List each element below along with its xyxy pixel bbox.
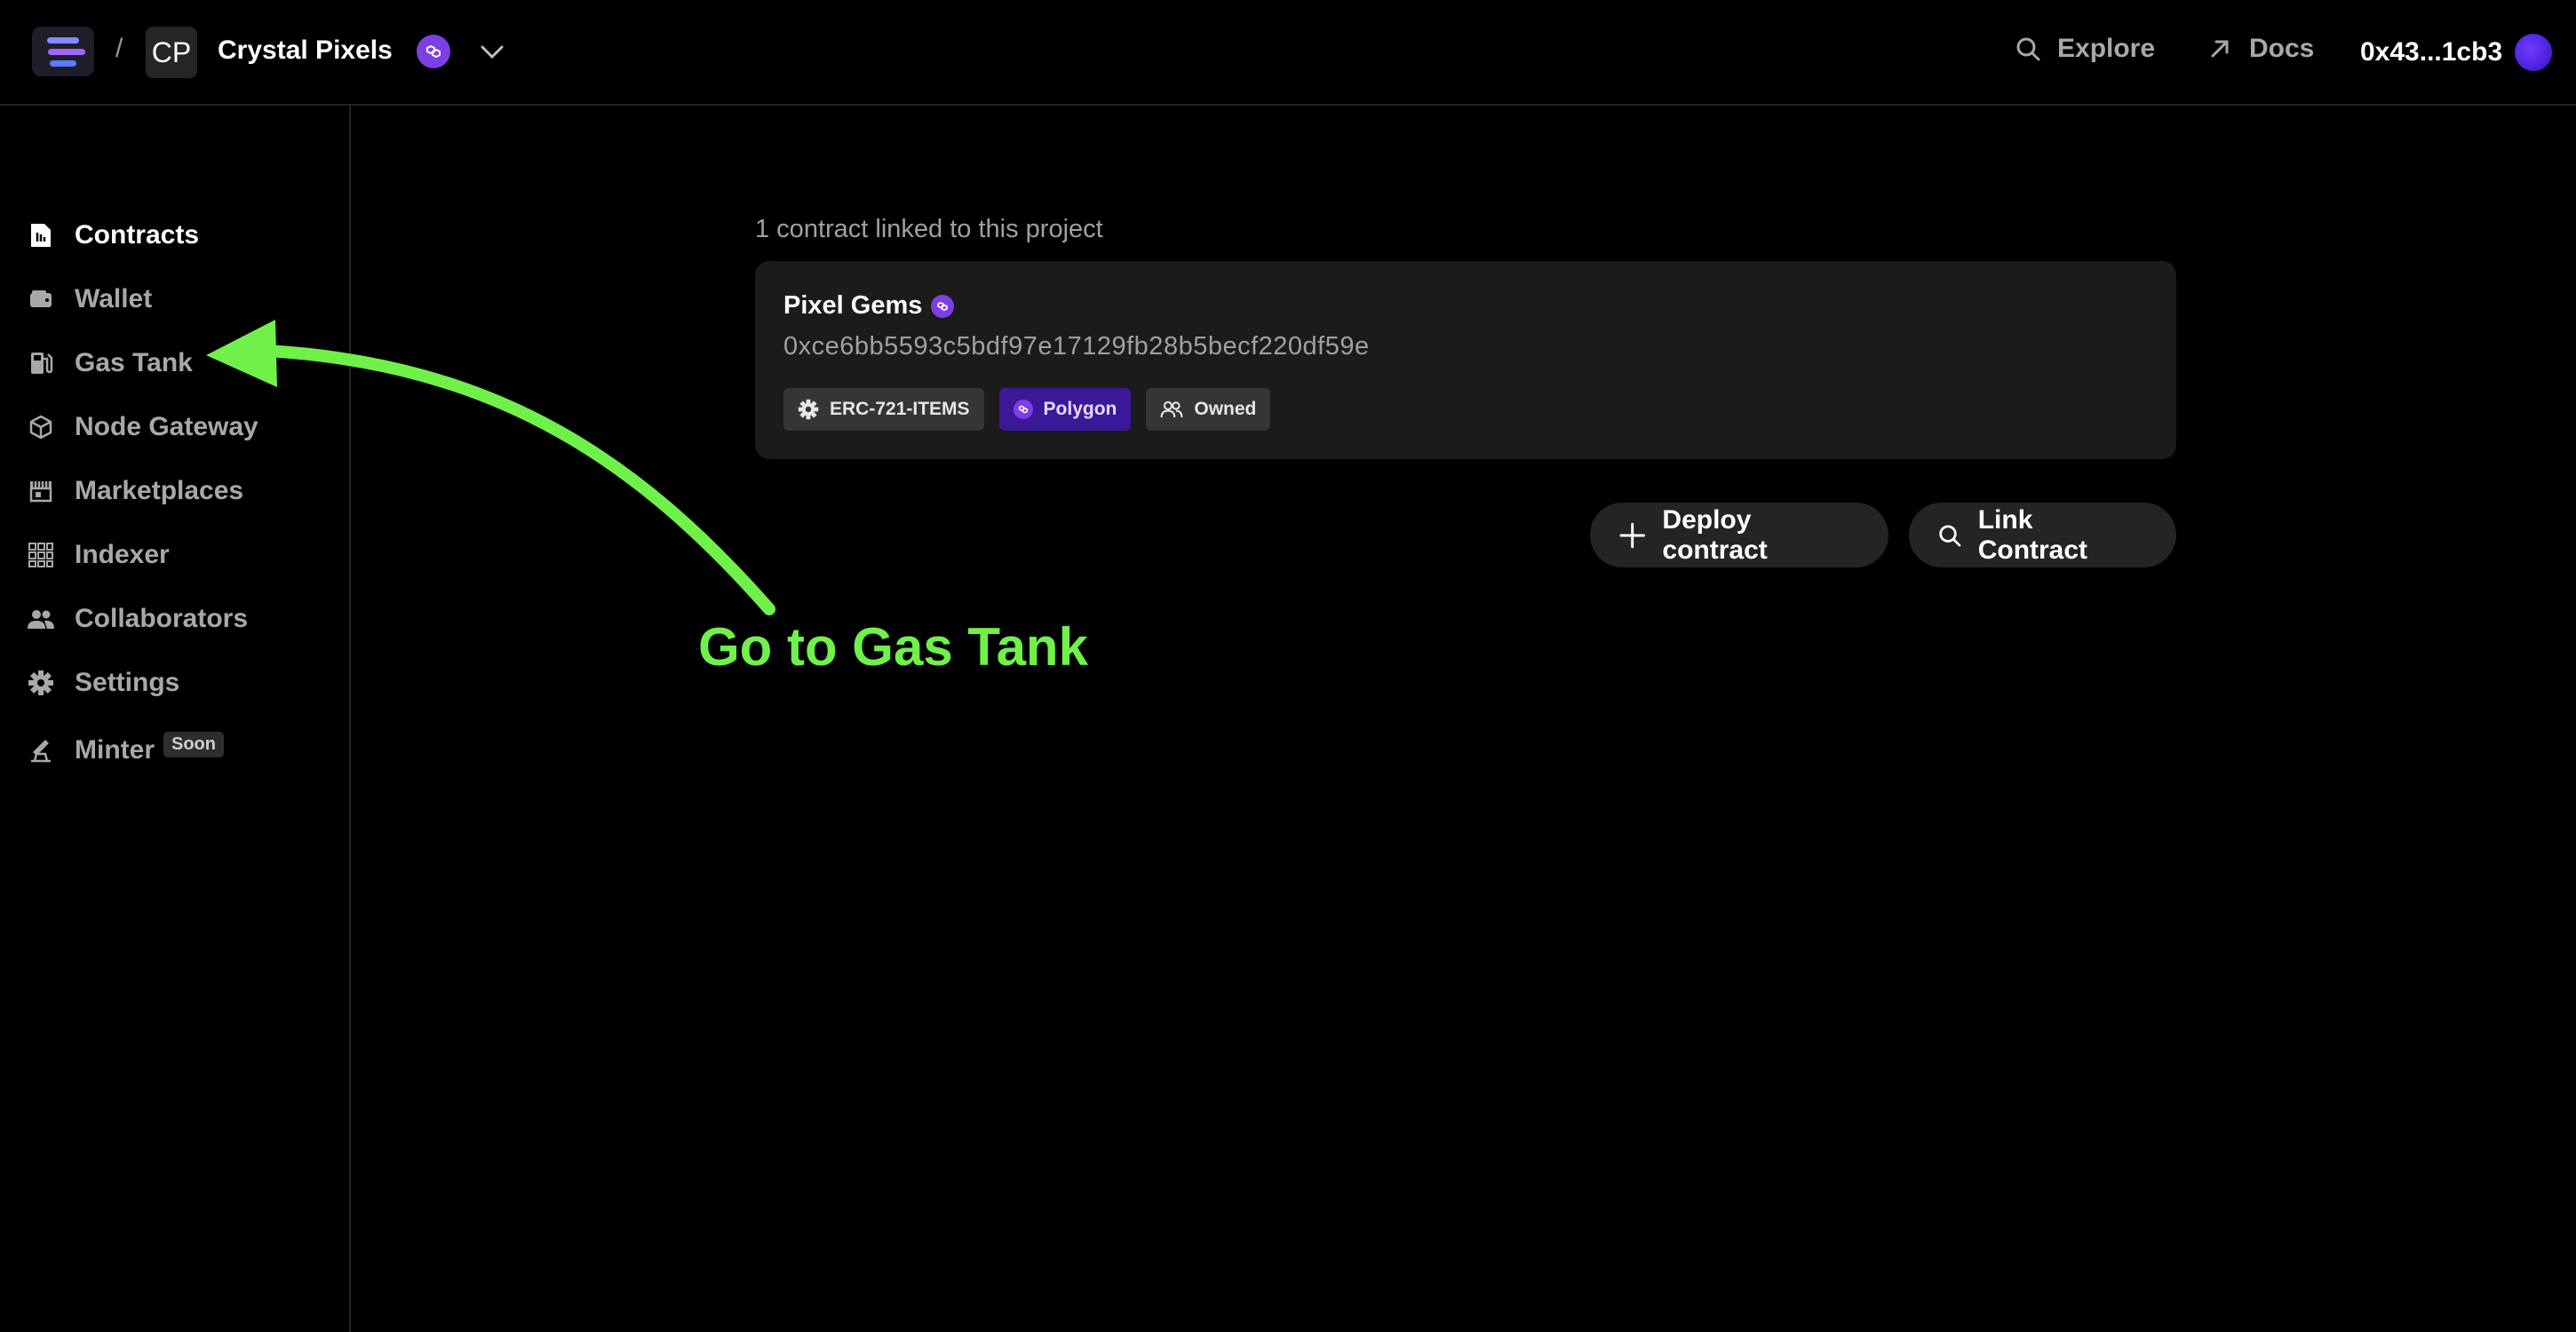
plus-icon [1619,522,1645,548]
ownership-tag: Owned [1146,388,1271,431]
sidebar-item-minter[interactable]: Minter Soon [27,731,224,768]
deploy-contract-label: Deploy contract [1662,504,1768,565]
chevron-down-icon[interactable] [475,37,509,67]
deploy-contract-button[interactable]: Deploy contract [1590,503,1888,567]
wallet-avatar [2515,34,2553,71]
project-avatar[interactable]: CP [146,27,197,78]
wallet-button[interactable]: 0x43...1cb3 [2360,34,2553,71]
cube-icon [27,413,55,441]
sidebar-item-settings[interactable]: Settings [27,665,179,701]
polygon-icon [1013,400,1033,419]
polygon-icon [417,35,450,68]
top-header: / CP Crystal Pixels Explore Docs 0x43...… [0,0,2576,106]
sidebar-item-label: Wallet [75,284,153,313]
link-contract-button[interactable]: Link Contract [1909,503,2176,567]
network-tag: Polygon [998,388,1132,431]
sidebar-item-label: Contracts [75,220,200,250]
users-icon [1160,400,1183,417]
tag-label: Owned [1194,399,1257,419]
contract-title-row: Pixel Gems [783,291,955,321]
contract-tags: ERC-721-ITEMS Polygon Owned [783,388,1271,431]
annotation-label: Go to Gas Tank [698,617,1088,677]
arrow-up-right-icon [2211,40,2229,58]
tag-label: ERC-721-ITEMS [830,399,970,419]
grid-icon [27,541,55,569]
sidebar-item-gas-tank[interactable]: Gas Tank [27,345,193,381]
annotation-arrow [206,320,775,615]
sidebar-item-label: Collaborators [75,604,249,633]
linked-contracts-count: 1 contract linked to this project [755,215,1103,243]
polygon-icon [931,294,955,318]
wallet-address: 0x43...1cb3 [2360,37,2503,67]
sidebar-item-wallet[interactable]: Wallet [27,281,152,317]
sidebar: Contracts Wallet Gas Tank Node Gateway M… [0,106,351,1332]
gear-icon [798,399,819,420]
tag-label: Polygon [1043,399,1117,419]
sidebar-item-node-gateway[interactable]: Node Gateway [27,409,258,445]
storefront-icon [27,477,55,505]
sidebar-item-label: Node Gateway [75,412,258,441]
sidebar-item-label: Indexer [75,540,170,569]
contract-type-tag: ERC-721-ITEMS [783,388,984,431]
search-icon [2016,37,2040,61]
explore-label: Explore [2057,34,2156,63]
link-contract-label: Link Contract [1977,504,2088,565]
search-icon [1939,524,1961,546]
contract-name: Pixel Gems [783,291,923,320]
project-name[interactable]: Crystal Pixels [218,36,393,66]
contract-icon [27,221,55,250]
breadcrumb-separator: / [115,34,123,63]
sidebar-item-label: Minter [75,735,155,765]
soon-badge: Soon [163,731,224,757]
sidebar-item-indexer[interactable]: Indexer [27,537,170,573]
wallet-icon [27,285,55,313]
gas-pump-icon [27,349,55,377]
docs-label: Docs [2249,34,2315,63]
app-logo[interactable] [32,27,94,76]
gear-icon [27,669,55,697]
sidebar-item-contracts[interactable]: Contracts [27,218,199,253]
sidebar-item-label: Gas Tank [75,348,193,377]
sidebar-item-marketplaces[interactable]: Marketplaces [27,473,243,509]
docs-link[interactable]: Docs [2208,34,2314,64]
contract-card[interactable]: Pixel Gems 0xce6bb5593c5bdf97e17129fb28b… [755,261,2176,459]
users-icon [27,605,55,633]
minter-icon [27,736,55,765]
sidebar-item-label: Settings [75,668,180,697]
sidebar-item-collaborators[interactable]: Collaborators [27,601,248,637]
sidebar-item-label: Marketplaces [75,476,244,505]
contract-address: 0xce6bb5593c5bdf97e17129fb28b5becf220df5… [783,332,1370,361]
explore-link[interactable]: Explore [2015,34,2155,64]
